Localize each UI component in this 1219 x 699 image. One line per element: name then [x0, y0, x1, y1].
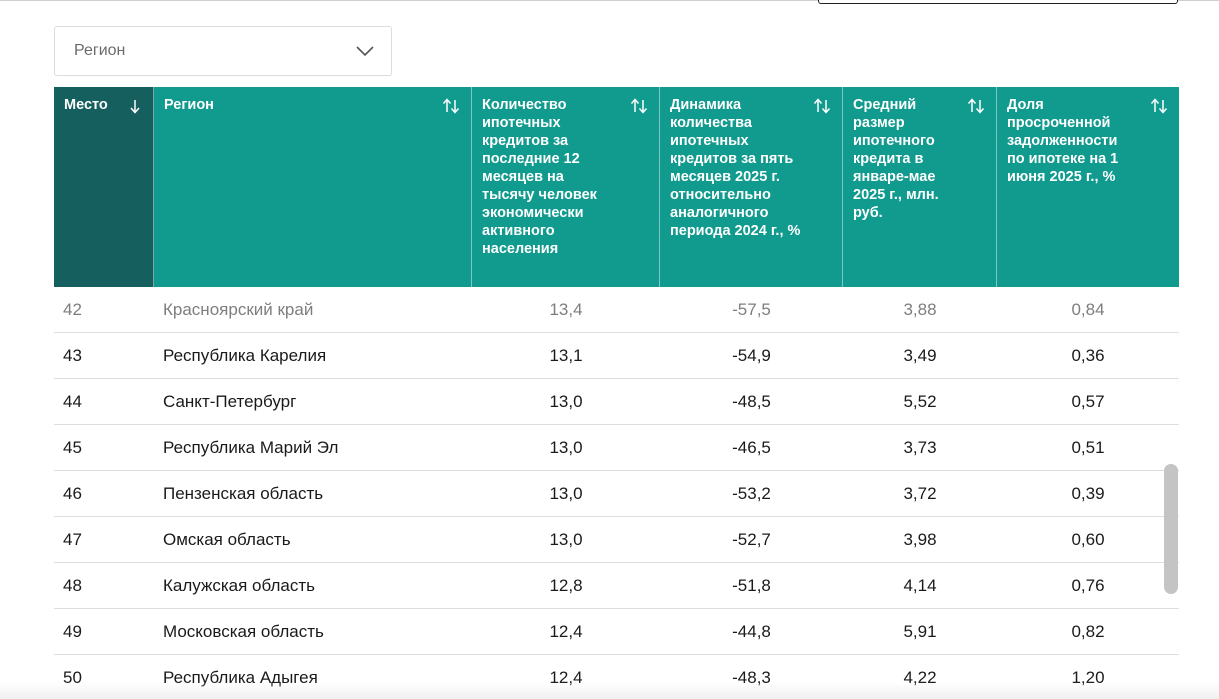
cell-overdue-share: 0,84	[1071, 299, 1105, 319]
column-header-overdue-share[interactable]: Доля просроченной задолженности по ипоте…	[997, 87, 1179, 287]
cell-dynamics: -48,3	[732, 667, 771, 687]
cell-rank: 49	[63, 621, 82, 641]
cell-count: 13,0	[549, 437, 583, 457]
cell-region: Республика Адыгея	[163, 667, 318, 687]
cell-avg-size: 4,22	[903, 667, 937, 687]
cell-overdue-share: 0,60	[1071, 529, 1105, 549]
cell-region: Республика Карелия	[163, 345, 327, 365]
cell-dynamics: -54,9	[732, 345, 771, 365]
cell-dynamics: -53,2	[732, 483, 771, 503]
column-label-overdue-share: Доля просроченной задолженности по ипоте…	[1007, 97, 1119, 185]
ranking-table: Место Регион Количество ипотечных кредит…	[54, 87, 1179, 699]
cell-avg-size: 3,72	[903, 483, 937, 503]
cell-count: 13,0	[549, 483, 583, 503]
table-row[interactable]: 44 Санкт-Петербург 13,0 -48,5 5,52 0,57	[54, 379, 1179, 425]
cell-overdue-share: 0,36	[1071, 345, 1105, 365]
sort-toggle-icon[interactable]	[1149, 97, 1169, 115]
cell-region: Московская область	[163, 621, 324, 641]
chevron-down-icon	[355, 45, 375, 57]
cell-count: 12,4	[549, 621, 583, 641]
sort-toggle-icon[interactable]	[812, 97, 832, 115]
cell-rank: 43	[63, 345, 82, 365]
cell-rank: 47	[63, 529, 82, 549]
sort-descending-icon[interactable]	[123, 97, 143, 115]
cell-overdue-share: 0,51	[1071, 437, 1105, 457]
column-label-count: Количество ипотечных кредитов за последн…	[482, 97, 597, 257]
cell-rank: 42	[63, 299, 82, 319]
cell-rank: 50	[63, 667, 82, 687]
cell-overdue-share: 0,57	[1071, 391, 1105, 411]
cell-avg-size: 3,49	[903, 345, 937, 365]
column-header-avg-size[interactable]: Средний размер ипотечного кредита в янва…	[843, 87, 997, 287]
top-search-box[interactable]	[818, 0, 1178, 4]
table-row[interactable]: 45 Республика Марий Эл 13,0 -46,5 3,73 0…	[54, 425, 1179, 471]
table-header: Место Регион Количество ипотечных кредит…	[54, 87, 1179, 287]
cell-avg-size: 5,91	[903, 621, 937, 641]
cell-avg-size: 3,73	[903, 437, 937, 457]
cell-count: 13,4	[549, 299, 583, 319]
cell-dynamics: -52,7	[732, 529, 771, 549]
cell-count: 12,8	[549, 575, 583, 595]
cell-rank: 46	[63, 483, 82, 503]
column-header-region[interactable]: Регион	[154, 87, 472, 287]
column-header-dynamics[interactable]: Динамика количества ипотечных кредитов з…	[660, 87, 843, 287]
table-row[interactable]: 49 Московская область 12,4 -44,8 5,91 0,…	[54, 609, 1179, 655]
cell-rank: 45	[63, 437, 82, 457]
cell-avg-size: 3,88	[903, 299, 937, 319]
sort-toggle-icon[interactable]	[441, 97, 461, 115]
table-row[interactable]: 46 Пензенская область 13,0 -53,2 3,72 0,…	[54, 471, 1179, 517]
table-row[interactable]: 42 Красноярский край 13,4 -57,5 3,88 0,8…	[54, 287, 1179, 333]
cell-overdue-share: 0,39	[1071, 483, 1105, 503]
cell-dynamics: -48,5	[732, 391, 771, 411]
cell-count: 12,4	[549, 667, 583, 687]
cell-count: 13,1	[549, 345, 583, 365]
cell-region: Калужская область	[163, 575, 315, 595]
cell-rank: 44	[63, 391, 82, 411]
table-row[interactable]: 43 Республика Карелия 13,1 -54,9 3,49 0,…	[54, 333, 1179, 379]
column-label-region: Регион	[164, 97, 214, 113]
cell-avg-size: 4,14	[903, 575, 937, 595]
cell-region: Республика Марий Эл	[163, 437, 339, 457]
cell-dynamics: -57,5	[732, 299, 771, 319]
cell-count: 13,0	[549, 391, 583, 411]
cell-dynamics: -44,8	[732, 621, 771, 641]
cell-rank: 48	[63, 575, 82, 595]
vertical-scrollbar-thumb[interactable]	[1164, 464, 1178, 594]
table-row[interactable]: 47 Омская область 13,0 -52,7 3,98 0,60	[54, 517, 1179, 563]
cell-overdue-share: 1,20	[1071, 667, 1105, 687]
table-row[interactable]: 48 Калужская область 12,8 -51,8 4,14 0,7…	[54, 563, 1179, 609]
sort-toggle-icon[interactable]	[629, 97, 649, 115]
cell-region: Пензенская область	[163, 483, 324, 503]
sort-toggle-icon[interactable]	[966, 97, 986, 115]
cell-region: Красноярский край	[163, 299, 314, 319]
cell-count: 13,0	[549, 529, 583, 549]
cell-region: Омская область	[163, 529, 291, 549]
column-label-dynamics: Динамика количества ипотечных кредитов з…	[670, 97, 801, 239]
column-header-count[interactable]: Количество ипотечных кредитов за последн…	[472, 87, 660, 287]
cell-avg-size: 5,52	[903, 391, 937, 411]
region-filter-placeholder: Регион	[74, 42, 126, 59]
table-body: 42 Красноярский край 13,4 -57,5 3,88 0,8…	[54, 287, 1179, 699]
cell-dynamics: -51,8	[732, 575, 771, 595]
region-filter-select[interactable]: Регион	[54, 26, 392, 76]
cell-overdue-share: 0,82	[1071, 621, 1105, 641]
cell-region: Санкт-Петербург	[163, 391, 297, 411]
cell-dynamics: -46,5	[732, 437, 771, 457]
cell-overdue-share: 0,76	[1071, 575, 1105, 595]
cell-avg-size: 3,98	[903, 529, 937, 549]
table-row[interactable]: 50 Республика Адыгея 12,4 -48,3 4,22 1,2…	[54, 655, 1179, 699]
column-header-rank[interactable]: Место	[54, 87, 154, 287]
